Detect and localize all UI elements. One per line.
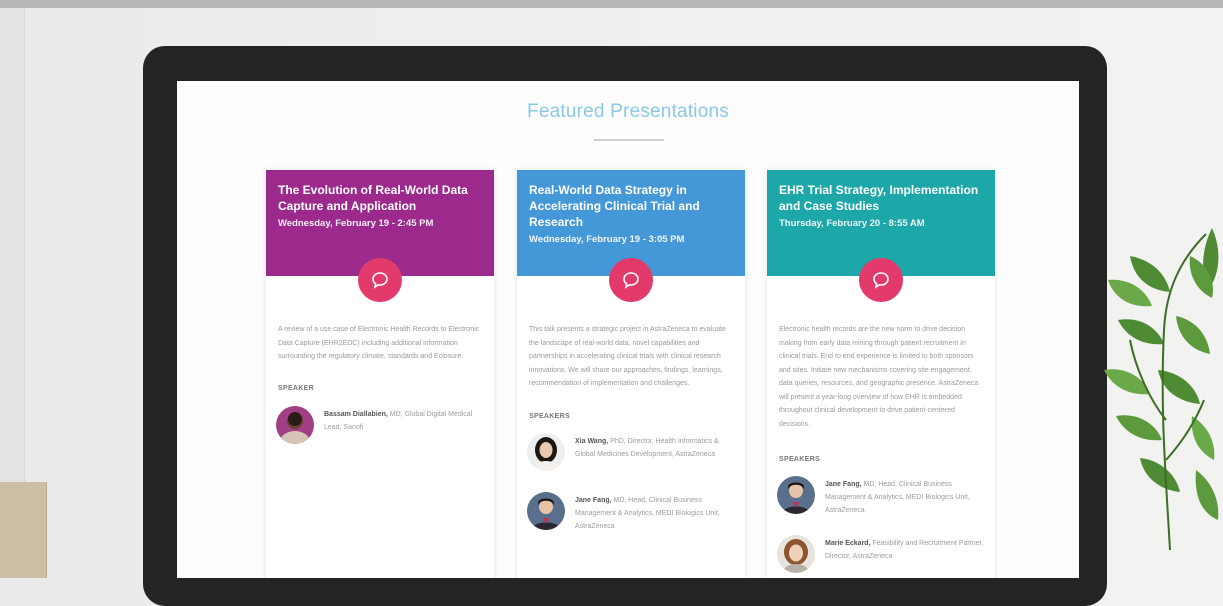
speaker-info: Jane Fang, MD, Head, Clinical Business M… (575, 494, 735, 533)
speaker-name: Bassam Diallabien, (324, 411, 388, 418)
speaker-item[interactable]: Jane Fang, MD, Head, Clinical Business M… (777, 476, 989, 520)
speaker-item[interactable]: Jane Fang, MD, Head, Clinical Business M… (527, 492, 739, 536)
avatar (276, 406, 314, 444)
card-description: This talk presents a strategic project i… (529, 326, 726, 387)
speaker-item[interactable]: Xia Wang, PhD, Director, Health Informat… (527, 433, 739, 477)
presentation-card-2[interactable]: Real-World Data Strategy in Accelerating… (517, 170, 745, 578)
potted-plant (1104, 228, 1219, 550)
card-date: Wednesday, February 19 - 3:05 PM (529, 234, 685, 245)
speaker-info: Jane Fang, MD, Head, Clinical Business M… (825, 478, 985, 517)
chat-bubble-icon (623, 272, 639, 289)
card-title-text: Real-World Data Strategy in Accelerating… (529, 183, 700, 229)
avatar (527, 492, 565, 530)
speaker-info: Xia Wang, PhD, Director, Health Informat… (575, 435, 735, 461)
top-wall-strip (0, 0, 1223, 8)
presentation-card-3[interactable]: EHR Trial Strategy, Implementation and C… (767, 170, 995, 578)
card-title[interactable]: Real-World Data Strategy in Accelerating… (529, 182, 734, 248)
avatar (777, 535, 815, 573)
chat-bubble-icon (372, 272, 388, 289)
speaker-name: Xia Wang, (575, 438, 609, 445)
speaker-item[interactable]: Bassam Diallabien, MD, Global Digital Me… (276, 406, 488, 450)
card-description: A review of a use case of Electronic Hea… (278, 326, 480, 360)
speakers-label: SPEAKERS (529, 413, 570, 420)
speaker-name: Marie Eckard, (825, 540, 871, 547)
card-description: Electronic health records are the new no… (779, 326, 979, 428)
monitor-screen: Featured Presentations The Evolution of … (177, 81, 1079, 578)
speakers-label: SPEAKERS (779, 456, 820, 463)
avatar (527, 433, 565, 471)
comment-button[interactable] (859, 258, 903, 302)
speaker-name: Jane Fang, (575, 497, 612, 504)
heading-divider (594, 139, 664, 141)
avatar (777, 476, 815, 514)
card-date: Wednesday, February 19 - 2:45 PM (278, 218, 434, 229)
comment-button[interactable] (609, 258, 653, 302)
speakers-label: SPEAKER (278, 385, 314, 392)
comment-button[interactable] (358, 258, 402, 302)
section-heading: Featured Presentations (527, 101, 729, 122)
card-date: Thursday, February 20 - 8:55 AM (779, 218, 925, 229)
chat-bubble-icon (873, 272, 889, 289)
card-title-text: The Evolution of Real-World Data Capture… (278, 183, 468, 213)
card-title-text: EHR Trial Strategy, Implementation and C… (779, 183, 979, 213)
speaker-info: Marie Eckard, Feasibility and Recruitmen… (825, 537, 985, 563)
speaker-name: Jane Fang, (825, 481, 862, 488)
speaker-info: Bassam Diallabien, MD, Global Digital Me… (324, 408, 484, 434)
speaker-item[interactable]: Marie Eckard, Feasibility and Recruitmen… (777, 535, 989, 578)
card-title[interactable]: EHR Trial Strategy, Implementation and C… (779, 182, 984, 232)
card-title[interactable]: The Evolution of Real-World Data Capture… (278, 182, 483, 232)
presentation-card-1[interactable]: The Evolution of Real-World Data Capture… (266, 170, 494, 578)
wooden-drawer (0, 482, 47, 578)
